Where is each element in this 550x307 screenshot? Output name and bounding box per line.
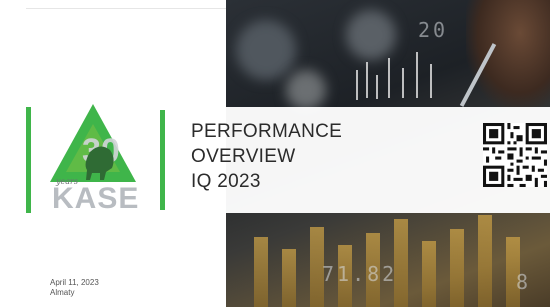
photo-number-corner: 8 xyxy=(516,270,532,294)
hand-image xyxy=(466,0,550,110)
title-line-2: OVERVIEW xyxy=(191,146,296,167)
presentation-city: Almaty xyxy=(50,288,75,297)
top-divider xyxy=(26,8,226,9)
logo-accent-bar xyxy=(26,107,31,213)
title-line-3: IQ 2023 xyxy=(191,171,261,192)
presentation-date: April 11, 2023 xyxy=(50,278,99,287)
qr-code-icon xyxy=(483,123,547,187)
photo-number-top: 20 xyxy=(418,18,449,42)
title-banner: PERFORMANCE OVERVIEW IQ 2023 xyxy=(160,107,550,213)
title-line-1: PERFORMANCE xyxy=(191,121,343,142)
photo-number-bottom: 71.82 xyxy=(322,262,398,286)
banner-accent-bar xyxy=(160,110,165,210)
logo-wordmark: KASE xyxy=(52,182,140,215)
